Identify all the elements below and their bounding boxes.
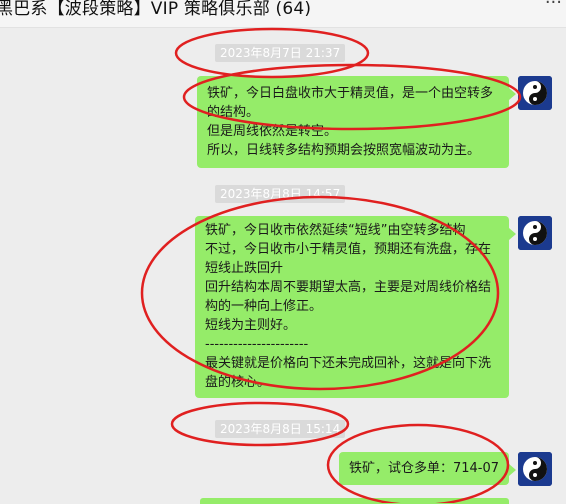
more-options-button[interactable]: ··· — [545, 0, 562, 13]
chat-title-bar: 黑巴系【波段策略】VIP 策略俱乐部 (64) ··· — [0, 0, 566, 28]
message-line: 铁矿，今日收市依然延续“短线”由空转多结构 — [205, 223, 466, 238]
message-timestamp: 2023年8月8日 14:57 — [215, 185, 346, 203]
avatar[interactable] — [518, 452, 552, 486]
message-bubble[interactable]: 铁矿，试仓多单：714-07 — [338, 452, 517, 485]
yin-yang-icon — [518, 76, 552, 110]
message-line: ---------------------- — [205, 337, 309, 352]
message-line: 不过，今日收市小于精灵值，预期还有洗盘，存在短线止跌回升 — [205, 242, 492, 276]
retry-icon — [176, 230, 190, 244]
message-line: 回升结构本周不要期望太高，主要是对周线价格结构的一种向上修正。 — [205, 280, 492, 314]
yin-yang-icon — [518, 452, 552, 486]
message-line: 铁矿，今日白盘收市大于精灵值，是一个由空转多的结构。 — [207, 86, 494, 120]
message-bubble[interactable]: 铁矿，今日收市依然延续“短线”由空转多结构 不过，今日收市小于精灵值，预期还有洗… — [195, 216, 516, 398]
chat-title: 黑巴系【波段策略】VIP 策略俱乐部 (64) — [0, 0, 312, 19]
message-line: 最关键就是价格向下还未完成回补，这就是向下洗盘的核心。 — [205, 356, 492, 390]
yin-yang-icon — [518, 216, 552, 250]
message-timestamp: 2023年8月8日 15:14 — [215, 420, 346, 438]
message-line: 所以，日线转多结构预期会按照宽幅波动为主。 — [207, 143, 481, 158]
message-line: 但是周线依然是转空。 — [207, 124, 338, 139]
message-line: 铁矿，试仓多单：714-07 — [348, 461, 499, 476]
avatar[interactable] — [518, 216, 552, 250]
message-bubble-partial — [200, 498, 509, 504]
message-line: 短线为主则好。 — [205, 318, 297, 333]
avatar[interactable] — [518, 76, 552, 110]
message-bubble[interactable]: 铁矿，今日白盘收市大于精灵值，是一个由空转多的结构。 但是周线依然是转空。 所以… — [197, 76, 516, 168]
message-timestamp: 2023年8月7日 21:37 — [215, 44, 346, 62]
